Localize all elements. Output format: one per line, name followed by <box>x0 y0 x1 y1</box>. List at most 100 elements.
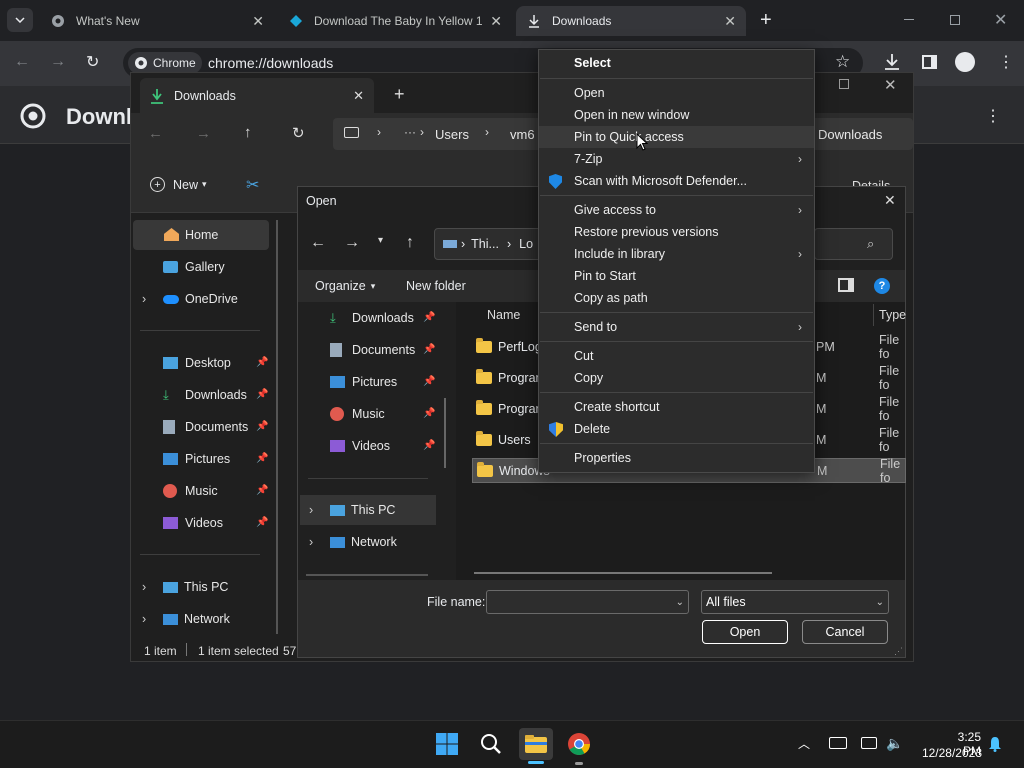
menu-item-create-shortcut[interactable]: Create shortcut <box>539 396 814 418</box>
explorer-maximize-icon[interactable] <box>839 79 849 89</box>
file-explorer-taskbar-button[interactable] <box>519 728 553 760</box>
menu-item-copy-path[interactable]: Copy as path <box>539 287 814 309</box>
menu-item-give-access[interactable]: Give access to › <box>539 199 814 221</box>
side-panel-icon[interactable] <box>922 55 937 69</box>
cut-icon[interactable]: ✂ <box>246 175 259 195</box>
chevron-down-icon[interactable]: ⌄ <box>676 597 684 608</box>
nav-gallery[interactable]: Gallery <box>163 252 225 282</box>
menu-item-cut[interactable]: Cut <box>539 345 814 367</box>
pin-icon[interactable]: 📌 <box>256 485 268 496</box>
dialog-nav-downloads[interactable]: ⤓ Downloads <box>330 303 414 333</box>
column-name[interactable]: Name <box>487 308 520 322</box>
minimize-icon[interactable] <box>904 19 914 20</box>
nav-onedrive[interactable]: › OneDrive <box>142 284 238 314</box>
close-icon[interactable]: ✕ <box>353 88 364 104</box>
bookmark-star-icon[interactable]: ☆ <box>835 52 850 72</box>
refresh-icon[interactable]: ↻ <box>292 124 305 142</box>
nav-network[interactable]: › Network <box>142 604 230 634</box>
breadcrumb-users[interactable]: Users <box>435 127 469 142</box>
tab-downloads[interactable]: Downloads ✕ <box>516 6 746 36</box>
reload-icon[interactable]: ↻ <box>86 52 99 72</box>
menu-item-send-to[interactable]: Send to › <box>539 316 814 338</box>
more-icon[interactable]: ··· <box>404 125 416 139</box>
explorer-new-tab-button[interactable]: + <box>394 84 405 105</box>
dialog-nav-videos[interactable]: Videos <box>330 431 390 461</box>
dialog-nav-network[interactable]: › Network <box>309 527 397 557</box>
tab-whats-new[interactable]: What's New ✕ <box>40 6 274 36</box>
pin-icon[interactable]: 📌 <box>423 408 435 419</box>
filename-input[interactable]: ⌄ <box>486 590 689 614</box>
notification-bell-icon[interactable] <box>988 736 1002 755</box>
chevron-right-icon[interactable]: › <box>309 535 323 549</box>
chrome-taskbar-button[interactable] <box>563 728 595 760</box>
tray-overflow-icon[interactable]: ︿ <box>798 735 810 752</box>
new-tab-button[interactable]: + <box>760 9 772 32</box>
dialog-search-field[interactable] <box>814 228 893 260</box>
tab-download-baby[interactable]: Download The Baby In Yellow 1 ✕ <box>278 6 512 36</box>
nav-scrollbar[interactable] <box>444 398 446 468</box>
dialog-nav-this-pc[interactable]: › This PC <box>300 495 436 525</box>
preview-pane-icon[interactable] <box>838 278 854 292</box>
menu-item-pin-quick-access[interactable]: Pin to Quick access <box>539 126 814 148</box>
chevron-right-icon[interactable]: › <box>142 612 156 626</box>
display-status-icon[interactable] <box>861 737 877 749</box>
menu-item-open[interactable]: Open <box>539 82 814 104</box>
forward-icon[interactable]: → <box>344 234 360 252</box>
nav-hscrollbar[interactable] <box>306 574 428 576</box>
start-button[interactable] <box>431 728 463 760</box>
forward-icon[interactable]: → <box>196 125 211 142</box>
search-button[interactable] <box>475 728 507 760</box>
restore-icon[interactable] <box>950 15 960 25</box>
pin-icon[interactable]: 📌 <box>423 376 435 387</box>
menu-item-copy[interactable]: Copy <box>539 367 814 389</box>
nav-videos[interactable]: Videos <box>163 508 223 538</box>
up-icon[interactable]: ↑ <box>406 234 414 252</box>
omnibox-chip[interactable]: Chrome <box>128 52 202 74</box>
chevron-right-icon[interactable]: › <box>309 503 323 517</box>
page-menu-icon[interactable]: ⋮ <box>985 106 1001 126</box>
dialog-nav-pictures[interactable]: Pictures <box>330 367 397 397</box>
column-type[interactable]: Type <box>879 308 906 322</box>
clock-date[interactable]: 12/28/2023 <box>918 746 982 760</box>
close-window-icon[interactable]: ✕ <box>994 10 1007 30</box>
nav-desktop[interactable]: Desktop <box>163 348 231 378</box>
list-hscrollbar[interactable] <box>474 572 772 574</box>
menu-item-properties[interactable]: Properties <box>539 447 814 469</box>
breadcrumb-user[interactable]: vm6 <box>510 127 535 142</box>
pin-icon[interactable]: 📌 <box>256 453 268 464</box>
close-icon[interactable]: ✕ <box>252 13 264 30</box>
pin-icon[interactable]: 📌 <box>256 389 268 400</box>
menu-item-include-library[interactable]: Include in library › <box>539 243 814 265</box>
address-part[interactable]: Thi... <box>471 237 499 251</box>
menu-icon[interactable]: ⋮ <box>998 52 1014 72</box>
pin-icon[interactable]: 📌 <box>256 357 268 368</box>
pin-icon[interactable]: 📌 <box>423 440 435 451</box>
menu-item-open-new-window[interactable]: Open in new window <box>539 104 814 126</box>
up-icon[interactable]: ↑ <box>244 124 252 141</box>
recent-locations-icon[interactable]: ▾ <box>378 235 383 246</box>
address-part[interactable]: Lo <box>519 237 533 251</box>
tab-search-button[interactable] <box>7 8 33 32</box>
pin-icon[interactable]: 📌 <box>423 344 435 355</box>
menu-item-delete[interactable]: Delete <box>539 418 814 440</box>
nav-downloads[interactable]: ⤓ Downloads <box>163 380 247 410</box>
breadcrumb-downloads[interactable]: Downloads <box>818 127 882 142</box>
dialog-nav-music[interactable]: Music <box>330 399 385 429</box>
back-icon[interactable]: ← <box>14 53 30 71</box>
menu-item-scan-defender[interactable]: Scan with Microsoft Defender... <box>539 170 814 192</box>
nav-scrollbar[interactable] <box>276 220 278 634</box>
pin-icon[interactable]: 📌 <box>423 312 435 323</box>
chevron-right-icon[interactable]: › <box>142 292 156 306</box>
pin-icon[interactable]: 📌 <box>256 421 268 432</box>
network-status-icon[interactable] <box>829 737 847 749</box>
help-icon[interactable]: ? <box>874 278 890 294</box>
open-button[interactable]: Open <box>702 620 788 644</box>
close-icon[interactable]: ✕ <box>724 13 736 30</box>
dialog-address-field[interactable]: › Thi... › Lo <box>434 228 546 260</box>
back-icon[interactable]: ← <box>148 125 163 142</box>
nav-music[interactable]: Music <box>163 476 218 506</box>
dialog-nav-documents[interactable]: Documents <box>330 335 415 365</box>
nav-pictures[interactable]: Pictures <box>163 444 230 474</box>
explorer-tab-downloads[interactable]: Downloads ✕ <box>140 78 374 113</box>
profile-icon[interactable] <box>955 52 975 72</box>
